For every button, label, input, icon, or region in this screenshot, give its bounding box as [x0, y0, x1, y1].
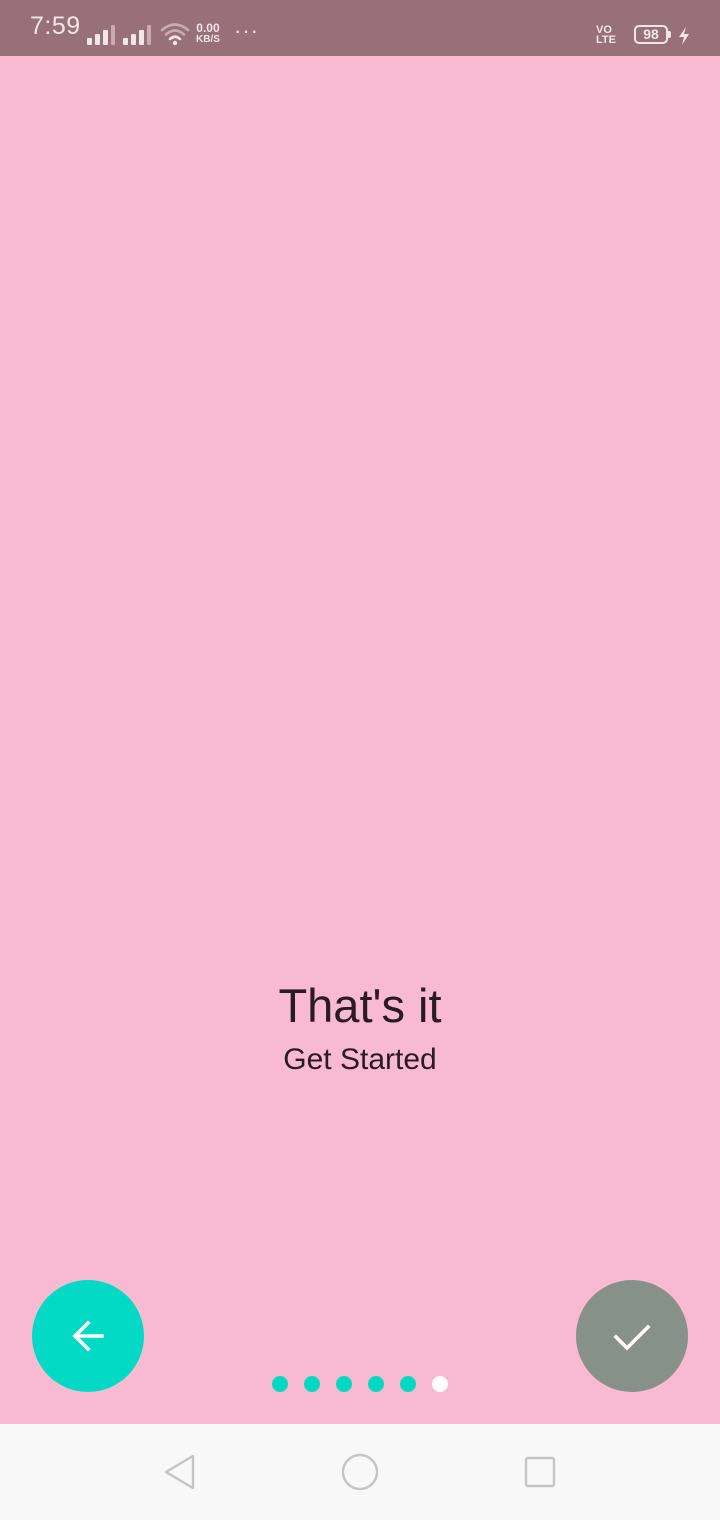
more-icon: ···: [234, 18, 259, 43]
checkmark-icon: [613, 1324, 651, 1351]
page-dot-active[interactable]: [432, 1376, 448, 1392]
charging-icon: [679, 27, 689, 45]
signal-icon: [87, 25, 115, 45]
battery-icon: 98: [634, 25, 671, 44]
navigation-bar: [0, 1424, 720, 1520]
slide-title: That's it: [278, 979, 442, 1032]
page-indicator: [0, 1376, 720, 1392]
signal-icon: [123, 25, 151, 45]
volte-icon: VO LTE: [596, 25, 616, 46]
volte-bottom-label: LTE: [596, 34, 616, 46]
home-circle-icon[interactable]: [340, 1452, 380, 1492]
page-dot[interactable]: [368, 1376, 384, 1392]
status-bar: 7:59 0.00 KB/S ··· VO LTE 98: [0, 0, 720, 56]
network-speed-unit: KB/S: [196, 34, 220, 45]
wifi-icon: [160, 23, 190, 46]
page-dot[interactable]: [336, 1376, 352, 1392]
recents-square-icon[interactable]: [520, 1452, 560, 1492]
status-time: 7:59: [30, 12, 81, 40]
arrow-left-icon: [72, 1320, 104, 1352]
page-dot[interactable]: [400, 1376, 416, 1392]
page-dot[interactable]: [304, 1376, 320, 1392]
onboarding-screen: 7:59 0.00 KB/S ··· VO LTE 98 That's it G…: [0, 0, 720, 1520]
back-triangle-icon[interactable]: [160, 1452, 200, 1492]
network-speed-value: 0.00: [196, 21, 220, 35]
network-speed: 0.00 KB/S: [196, 22, 220, 45]
slide-subtitle: Get Started: [283, 1043, 437, 1076]
page-dot[interactable]: [272, 1376, 288, 1392]
battery-level: 98: [643, 26, 659, 42]
